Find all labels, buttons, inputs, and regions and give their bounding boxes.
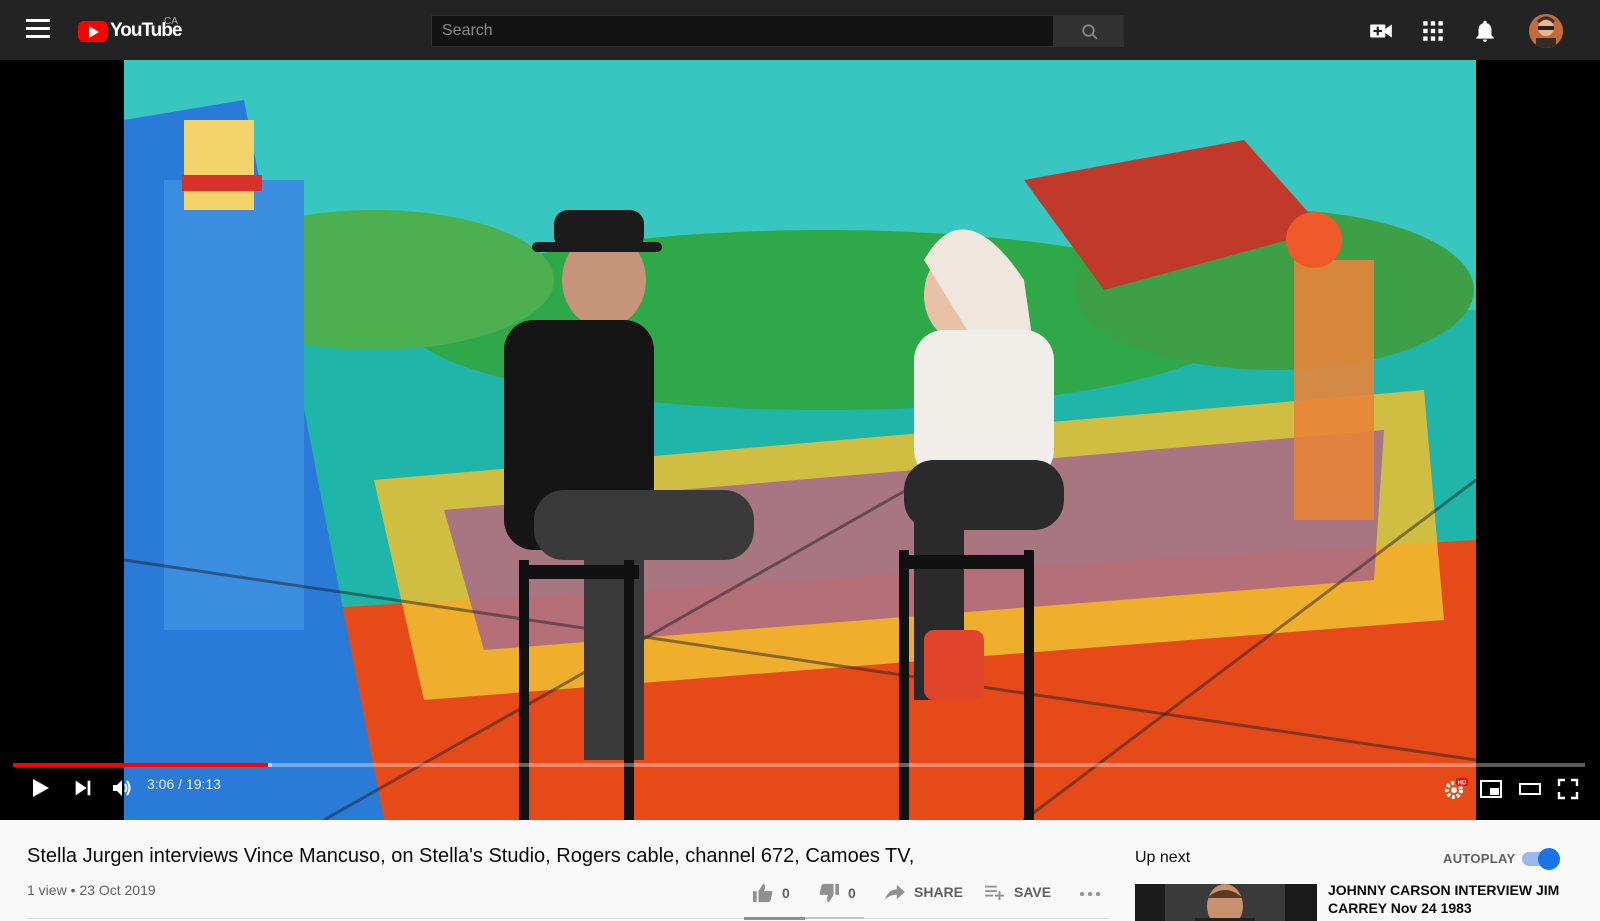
seek-bar-played [13, 763, 268, 767]
hd-badge: HD [1458, 781, 1467, 787]
region-code: CA [164, 16, 178, 27]
thumbs-up-icon [753, 883, 773, 903]
search-input[interactable] [431, 15, 1054, 47]
masthead: YouTube CA [0, 0, 1600, 60]
account-avatar[interactable] [1529, 14, 1563, 48]
seek-bar[interactable] [13, 763, 1585, 767]
publish-date: 23 Oct 2019 [79, 882, 156, 898]
autoplay-toggle[interactable] [1522, 848, 1560, 870]
time-display: 3:06 / 19:13 [147, 776, 221, 792]
theater-mode-icon[interactable] [1518, 777, 1542, 801]
autoplay-toggle-knob [1538, 848, 1560, 870]
info-divider [27, 918, 1109, 919]
miniplayer-icon[interactable] [1479, 777, 1503, 801]
more-actions-button[interactable] [1078, 883, 1110, 901]
save-label: SAVE [1014, 884, 1052, 900]
autoplay-label: AUTOPLAY [1443, 851, 1516, 866]
next-video-icon[interactable] [72, 777, 94, 799]
video-frame[interactable] [124, 60, 1476, 820]
settings-gear-icon[interactable]: HD [1442, 776, 1468, 802]
video-meta: 1 view • 23 Oct 2019 [27, 882, 156, 898]
save-button[interactable]: SAVE [984, 883, 1051, 901]
youtube-play-logo-icon [78, 20, 108, 42]
menu-icon[interactable] [26, 19, 50, 41]
share-arrow-icon [885, 884, 905, 901]
share-label: SHARE [914, 884, 964, 900]
recommendation-thumbnail[interactable] [1135, 884, 1317, 921]
volume-icon[interactable] [110, 776, 134, 800]
like-ratio-bar [744, 917, 805, 920]
video-title: Stella Jurgen interviews Vince Mancuso, … [27, 845, 915, 867]
like-button[interactable]: 0 [752, 883, 790, 903]
fullscreen-icon[interactable] [1556, 777, 1580, 801]
recommendation-title[interactable]: JOHNNY CARSON INTERVIEW JIM CARREY Nov 2… [1328, 881, 1568, 917]
apps-grid-icon[interactable] [1420, 18, 1446, 44]
up-next-heading: Up next [1135, 849, 1191, 866]
video-player[interactable]: 3:06 / 19:13 HD [0, 60, 1600, 820]
view-count: 1 view [27, 882, 67, 898]
dislike-ratio-bar [805, 917, 864, 919]
create-video-icon[interactable] [1368, 18, 1394, 44]
youtube-logo[interactable]: YouTube CA [78, 16, 182, 42]
search-icon [1082, 24, 1098, 40]
like-count: 0 [782, 885, 790, 901]
share-button[interactable]: SHARE [884, 883, 963, 901]
more-horizontal-icon [1080, 892, 1100, 896]
play-icon[interactable] [28, 776, 52, 800]
thumbs-down-icon [819, 883, 839, 903]
notifications-bell-icon[interactable] [1472, 18, 1498, 44]
dislike-count: 0 [848, 885, 856, 901]
add-to-playlist-icon [985, 885, 1004, 901]
dislike-button[interactable]: 0 [818, 883, 856, 903]
search-button[interactable] [1054, 15, 1124, 47]
